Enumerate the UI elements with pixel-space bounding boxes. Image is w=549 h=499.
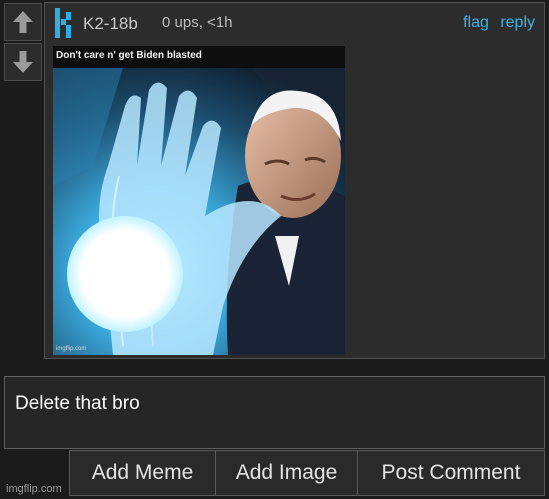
meme-illustration [53,68,345,355]
meme-image[interactable]: Don't care n' get Biden blasted imgflip.… [53,46,345,355]
arrow-down-icon [13,51,33,73]
meme-watermark: imgflip.com [56,346,87,352]
downvote-button[interactable] [4,43,42,81]
arrow-up-icon [13,11,33,33]
comment-card: K2-18b 0 ups, <1h flag reply Don't care … [44,2,545,359]
site-watermark: imgflip.com [6,483,62,495]
add-meme-button[interactable]: Add Meme [69,450,216,496]
post-comment-button[interactable]: Post Comment [357,450,545,496]
imgflip-k-logo-icon[interactable] [54,7,74,39]
comment-meta: 0 ups, <1h [162,14,233,31]
comment-actions: flag reply [463,14,535,32]
vote-controls [4,3,42,83]
comment-username[interactable]: K2-18b [83,14,138,34]
flag-link[interactable]: flag [463,14,489,31]
add-image-button[interactable]: Add Image [215,450,358,496]
reply-input[interactable]: Delete that bro [4,376,545,449]
meme-caption: Don't care n' get Biden blasted [53,46,345,68]
upvote-button[interactable] [4,3,42,41]
reply-link[interactable]: reply [500,14,535,31]
